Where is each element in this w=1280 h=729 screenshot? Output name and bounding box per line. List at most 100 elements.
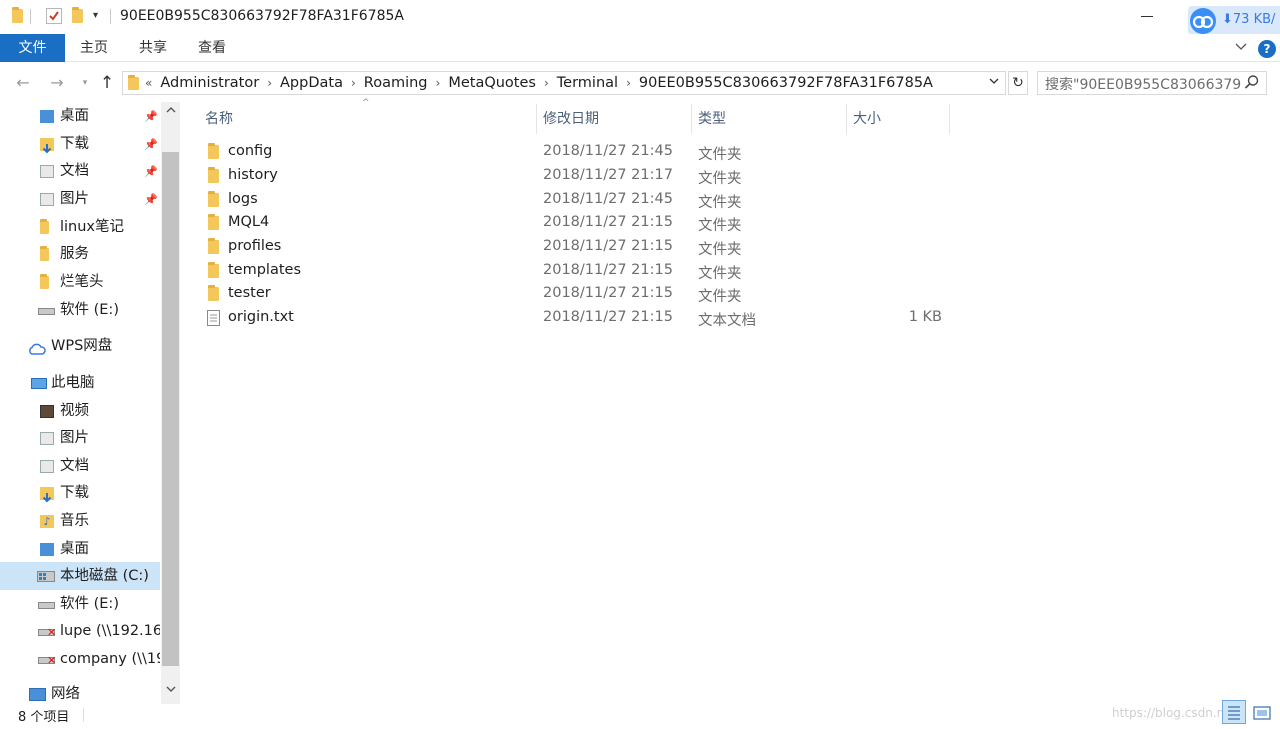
breadcrumb-item[interactable]: Administrator [160, 73, 259, 93]
sidebar-item-notes[interactable]: 烂笔头 [0, 269, 160, 296]
sidebar-item-drive-e-pc[interactable]: 软件 (E:) [0, 591, 160, 618]
tab-view[interactable]: 查看 [190, 34, 234, 62]
file-row[interactable]: tester 2018/11/27 21:15 文件夹 [200, 282, 950, 306]
sidebar-item-network-drive-lupe[interactable]: ✕lupe (\\192.168 [0, 618, 160, 645]
folder-icon [208, 143, 219, 159]
chevron-right-icon[interactable]: › [259, 73, 280, 93]
sidebar-item-music[interactable]: ♪ 音乐 [0, 508, 160, 535]
sidebar-item-pictures-pc[interactable]: 图片 [0, 425, 160, 452]
pin-icon[interactable]: 📌 [144, 103, 158, 130]
sidebar-item-services[interactable]: 服务 [0, 241, 160, 268]
sidebar-item-documents[interactable]: 文档 📌 [0, 158, 160, 185]
desktop-icon [40, 110, 54, 123]
file-row[interactable]: history 2018/11/27 21:17 文件夹 [200, 164, 950, 188]
chevron-right-icon[interactable]: › [428, 73, 449, 93]
sidebar-item-wps-cloud[interactable]: WPS网盘 [0, 333, 160, 360]
address-dropdown-icon[interactable] [988, 75, 1002, 89]
column-header-name[interactable]: 名称 [205, 104, 535, 134]
drive-icon [38, 602, 55, 609]
large-icons-view-button[interactable] [1251, 702, 1273, 724]
sidebar-item-videos[interactable]: 视频 [0, 398, 160, 425]
column-divider[interactable] [846, 104, 847, 134]
scroll-down-icon[interactable] [161, 683, 180, 701]
help-icon[interactable]: ? [1258, 40, 1276, 58]
sidebar-item-pictures[interactable]: 图片 📌 [0, 186, 160, 213]
divider [83, 708, 84, 722]
tab-share[interactable]: 共享 [131, 34, 175, 62]
sidebar-item-documents-pc[interactable]: 文档 [0, 453, 160, 480]
folder-icon [40, 219, 49, 234]
breadcrumb-item[interactable]: 90EE0B955C830663792F78FA31F6785A [639, 73, 933, 93]
sidebar-item-downloads-pc[interactable]: 下载 [0, 480, 160, 507]
folder-icon [208, 191, 219, 207]
network-icon [29, 688, 46, 701]
item-count: 8 个项目 [18, 710, 70, 725]
window-title: 90EE0B955C830663792F78FA31F6785A [120, 8, 404, 24]
tab-home[interactable]: 主页 [72, 34, 116, 62]
minimize-button[interactable] [1141, 16, 1153, 17]
forward-arrow-icon[interactable]: → [46, 72, 68, 94]
file-row[interactable]: logs 2018/11/27 21:45 文件夹 [200, 188, 950, 212]
pin-icon[interactable]: 📌 [144, 158, 158, 185]
divider [30, 9, 31, 24]
sidebar-item-network[interactable]: 网络 [0, 681, 160, 708]
file-row[interactable]: MQL4 2018/11/27 21:15 文件夹 [200, 211, 950, 235]
properties-icon[interactable] [46, 8, 62, 24]
file-row[interactable]: templates 2018/11/27 21:15 文件夹 [200, 259, 950, 283]
sidebar-item-linux-notes[interactable]: linux笔记 [0, 214, 160, 241]
text-file-icon [207, 310, 220, 326]
sidebar-scrollbar-thumb[interactable] [162, 152, 179, 666]
column-header-type[interactable]: 类型 [698, 104, 846, 134]
details-view-button[interactable] [1222, 700, 1246, 724]
breadcrumb-overflow[interactable]: « [145, 73, 160, 93]
column-header-date[interactable]: 修改日期 [543, 104, 691, 134]
folder-icon [208, 167, 219, 183]
download-icon [40, 138, 54, 154]
up-arrow-icon[interactable]: ↑ [96, 72, 118, 94]
search-input[interactable]: 搜索"90EE0B955C83066379... [1045, 74, 1241, 94]
breadcrumb-item[interactable]: AppData [280, 73, 343, 93]
back-arrow-icon[interactable]: ← [12, 72, 34, 94]
baidu-netdisk-widget[interactable]: ⬇73 KB/ [1188, 6, 1280, 35]
download-speed: ⬇73 KB/ [1222, 12, 1276, 27]
chevron-right-icon[interactable]: › [618, 73, 639, 93]
column-divider[interactable] [949, 104, 950, 134]
breadcrumb-item[interactable]: Terminal [557, 73, 618, 93]
pin-icon[interactable]: 📌 [144, 131, 158, 158]
divider [110, 9, 111, 24]
column-header-size[interactable]: 大小 [853, 104, 949, 134]
sidebar-item-desktop[interactable]: 桌面 📌 [0, 103, 160, 130]
tab-file[interactable]: 文件 [0, 34, 65, 62]
chevron-right-icon[interactable]: › [343, 73, 364, 93]
breadcrumb-item[interactable]: Roaming [364, 73, 428, 93]
file-row[interactable]: profiles 2018/11/27 21:15 文件夹 [200, 235, 950, 259]
quick-access-dropdown-icon[interactable]: ▾ [93, 10, 98, 21]
sidebar-item-drive-e[interactable]: 软件 (E:) [0, 297, 160, 324]
new-folder-icon[interactable] [72, 7, 83, 23]
chevron-right-icon[interactable]: › [536, 73, 557, 93]
folder-icon [208, 262, 219, 278]
sidebar-item-this-pc[interactable]: 此电脑 [0, 370, 160, 397]
column-divider[interactable] [691, 104, 692, 134]
sidebar-item-desktop-pc[interactable]: 桌面 [0, 536, 160, 563]
scroll-up-icon[interactable] [161, 104, 180, 122]
breadcrumb-item[interactable]: MetaQuotes [448, 73, 536, 93]
pin-icon[interactable]: 📌 [144, 186, 158, 213]
file-row[interactable]: origin.txt 2018/11/27 21:15 文本文档 1 KB [200, 306, 950, 330]
documents-icon [40, 460, 54, 473]
folder-icon [40, 274, 49, 289]
videos-icon [40, 405, 54, 418]
pictures-icon [40, 193, 54, 206]
sidebar-item-downloads[interactable]: 下载 📌 [0, 131, 160, 158]
refresh-button[interactable]: ↻ [1008, 71, 1028, 95]
network-drive-disconnected-icon: ✕ [38, 627, 56, 638]
file-row[interactable]: config 2018/11/27 21:45 文件夹 [200, 140, 950, 164]
search-icon[interactable] [1244, 74, 1260, 90]
expand-ribbon-icon[interactable] [1234, 40, 1250, 56]
cloud-icon [1190, 8, 1216, 34]
column-divider[interactable] [536, 104, 537, 134]
recent-locations-dropdown-icon[interactable]: ▾ [74, 72, 96, 94]
sidebar-item-drive-c[interactable]: 本地磁盘 (C:) [0, 563, 160, 590]
windows-drive-icon [37, 571, 55, 582]
sidebar-item-network-drive-company[interactable]: ✕company (\\192 [0, 646, 160, 673]
